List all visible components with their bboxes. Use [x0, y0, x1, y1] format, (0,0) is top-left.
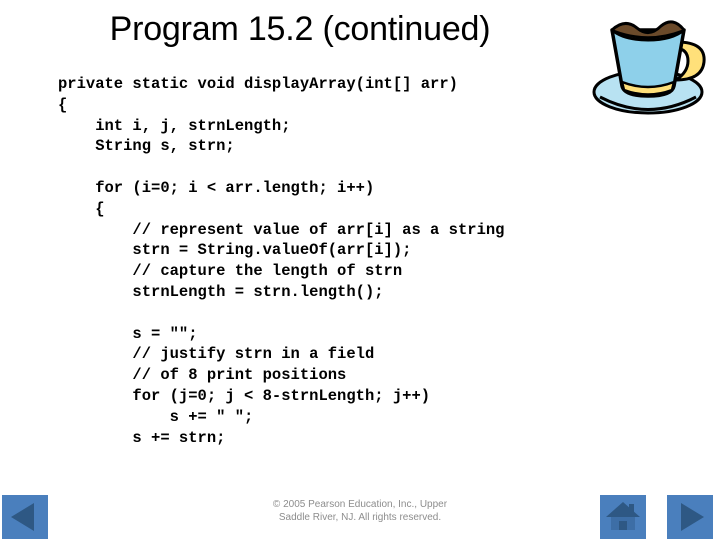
code-line: s += " "; — [58, 407, 254, 426]
page-title: Program 15.2 (continued) — [109, 10, 491, 48]
footer-copyright: © 2005 Pearson Education, Inc., Upper Sa… — [240, 498, 480, 524]
triangle-left-icon — [2, 495, 48, 539]
code-line: // justify strn in a field — [58, 345, 375, 364]
code-line: private static void displayArray(int[] a… — [58, 75, 458, 93]
code-line: { — [58, 95, 68, 114]
previous-slide-button[interactable] — [2, 495, 48, 539]
triangle-right-icon — [667, 495, 713, 539]
code-line: // of 8 print positions — [58, 366, 347, 385]
code-line: // represent value of arr[i] as a string — [58, 220, 505, 239]
code-line: s = ""; — [58, 324, 198, 343]
code-line: strnLength = strn.length(); — [58, 282, 384, 301]
home-slide-button[interactable] — [600, 495, 646, 539]
code-line: for (i=0; i < arr.length; i++) — [58, 178, 375, 197]
copyright-line-2: Saddle River, NJ. All rights reserved. — [278, 512, 442, 523]
code-line: String s, strn; — [58, 137, 235, 156]
code-line: { — [58, 199, 105, 218]
code-line: // capture the length of strn — [58, 262, 403, 281]
home-icon — [600, 495, 646, 539]
code-line: for (j=0; j < 8-strnLength; j++) — [58, 386, 431, 405]
code-listing: private static void displayArray(int[] a… — [58, 74, 658, 448]
code-line: s += strn; — [58, 428, 226, 447]
code-line: int i, j, strnLength; — [58, 116, 291, 135]
code-line: strn = String.valueOf(arr[i]); — [58, 241, 412, 260]
copyright-line-1: © 2005 Pearson Education, Inc., Upper — [272, 499, 448, 510]
next-slide-button[interactable] — [667, 495, 713, 539]
